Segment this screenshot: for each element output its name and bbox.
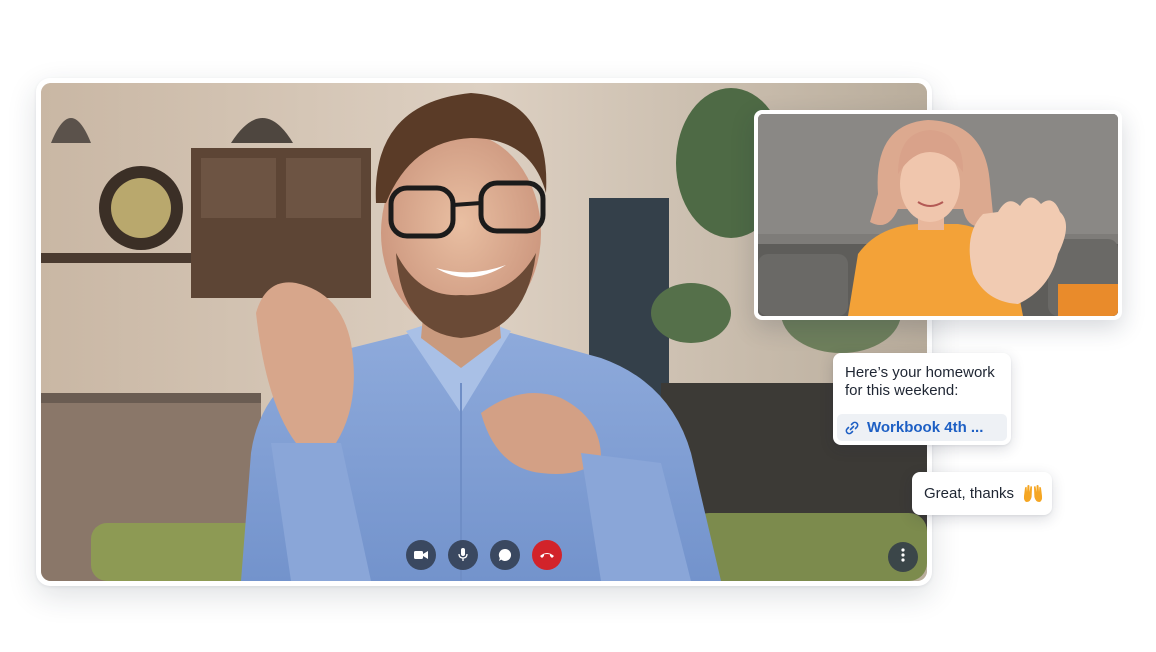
chat-bubble-icon	[498, 548, 512, 562]
more-options-button[interactable]	[888, 542, 918, 572]
video-call-scene: Here’s your homework for this weekend: W…	[0, 0, 1156, 652]
more-vertical-icon	[901, 547, 905, 567]
chat-button[interactable]	[490, 540, 520, 570]
call-controls	[406, 540, 562, 570]
video-camera-icon	[414, 550, 428, 560]
pip-participant-video	[758, 114, 1118, 316]
self-view-video	[758, 114, 1118, 316]
workbook-link[interactable]: Workbook 4th ...	[837, 414, 1007, 441]
chat-message-text: Great, thanks	[924, 485, 1015, 502]
microphone-button[interactable]	[448, 540, 478, 570]
phone-hangup-icon	[539, 551, 555, 559]
chat-message-homework: Here’s your homework for this weekend: W…	[833, 353, 1011, 445]
camera-button[interactable]	[406, 540, 436, 570]
link-icon	[845, 421, 859, 435]
raised-hands-icon	[1022, 484, 1044, 504]
end-call-button[interactable]	[532, 540, 562, 570]
microphone-icon	[458, 548, 468, 562]
self-view-frame[interactable]	[754, 110, 1122, 320]
chat-message-thanks: Great, thanks	[912, 472, 1052, 515]
chat-message-text: Here’s your homework for this weekend:	[845, 364, 995, 399]
workbook-link-label: Workbook 4th ...	[867, 419, 984, 436]
